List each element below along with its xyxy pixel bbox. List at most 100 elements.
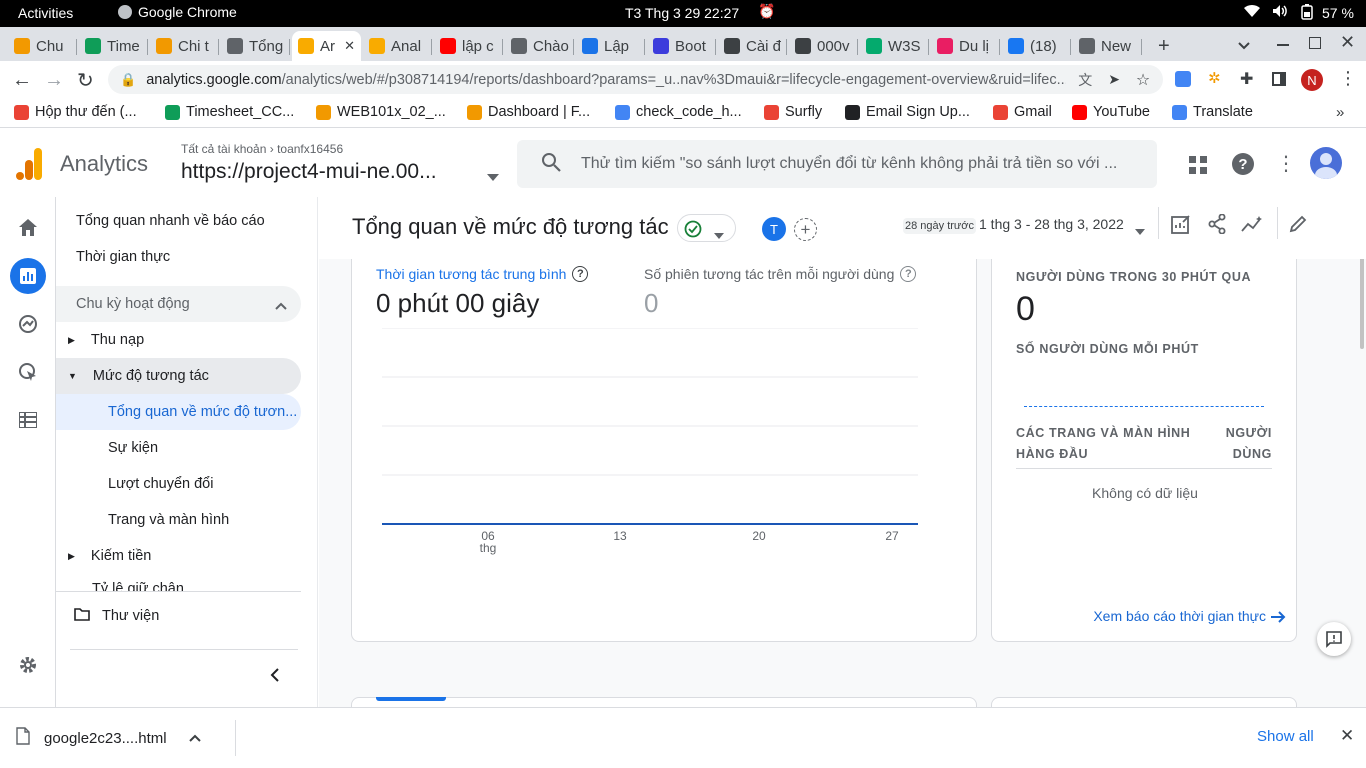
property-selector[interactable]: https://project4-mui-ne.00... [181,160,437,184]
tab-search-icon[interactable] [1238,37,1250,55]
bookmark-star-icon[interactable]: ☆ [1136,70,1150,90]
browser-tab[interactable]: Cài đ [718,31,787,61]
nav-library[interactable]: Thư viện [74,598,159,634]
report-status-chip[interactable] [677,214,736,242]
app-menu[interactable]: Google Chrome [118,4,237,20]
maximize-button[interactable] [1309,37,1321,49]
browser-tab[interactable]: Ar ✕ [292,31,361,61]
reports-icon[interactable] [10,258,46,294]
help-icon[interactable]: ? [1232,153,1254,175]
browser-tab[interactable]: (18) [1002,31,1071,61]
nav-conversions[interactable]: Lượt chuyển đổi [108,466,213,502]
date-dropdown-icon[interactable] [1135,222,1145,240]
collapse-nav-icon[interactable] [270,668,279,687]
nav-monetization[interactable]: ▶ Kiếm tiền [68,538,151,574]
show-all-button[interactable]: Show all [1257,728,1314,745]
browser-tab[interactable]: Chi t [150,31,219,61]
bookmarks-overflow-icon[interactable]: » [1336,104,1344,121]
nav-acquisition[interactable]: ▶ Thu nạp [68,322,144,358]
extension-translate-icon[interactable] [1175,71,1191,87]
browser-tab[interactable]: Tổng [221,31,290,61]
nav-quick-overview[interactable]: Tổng quan nhanh về báo cáo [76,203,265,239]
close-window-button[interactable]: ✕ [1340,32,1355,53]
browser-tab[interactable]: Boot [647,31,716,61]
back-button[interactable]: ← [12,69,32,92]
lock-icon[interactable]: 🔒 [120,72,136,88]
browser-tab[interactable]: Anal [363,31,432,61]
bookmark-item[interactable]: Email Sign Up... [845,104,970,120]
wifi-icon[interactable] [1244,4,1260,21]
nav-lifecycle-section[interactable]: Chu kỳ hoạt động [56,286,301,322]
download-item[interactable]: google2c23....html [16,708,201,768]
help-icon[interactable]: ? [572,266,589,282]
edit-pencil-icon[interactable] [1289,215,1307,238]
property-dropdown-icon[interactable] [487,168,499,186]
nav-engagement[interactable]: ▼ Mức độ tương tác [56,358,301,394]
browser-tab[interactable]: Chào [505,31,574,61]
metric-tab-sessions-per-user[interactable]: Số phiên tương tác trên mỗi người dùng ? [644,266,917,282]
arrow-right-icon[interactable] [1270,610,1286,629]
share-page-icon[interactable]: ➤ [1108,71,1120,88]
more-options-icon[interactable]: ⋮ [1276,151,1296,176]
translate-page-icon[interactable]: 文 [1078,70,1092,90]
home-icon[interactable] [10,209,46,245]
explore-icon[interactable] [10,306,46,342]
breadcrumb[interactable]: Tất cả tài khoản › toanfx16456 [181,142,343,156]
new-tab-button[interactable]: + [1158,35,1170,58]
insights-icon[interactable] [1241,215,1265,238]
help-icon[interactable]: ? [900,266,917,282]
metric-tab-avg-engagement[interactable]: Thời gian tương tác trung bình ? [376,266,589,282]
chevron-up-icon[interactable] [188,729,201,747]
reload-button[interactable]: ↻ [77,68,94,93]
share-icon[interactable] [1208,213,1226,239]
close-tab-icon[interactable]: ✕ [344,38,355,54]
add-comparison-button[interactable]: + [794,218,817,241]
clock[interactable]: T3 Thg 3 29 22:27 [625,5,739,21]
minimize-button[interactable] [1277,44,1289,46]
browser-tab[interactable]: lập c [434,31,503,61]
bookmark-item[interactable]: Dashboard | F... [467,104,590,120]
search-box[interactable]: Thử tìm kiếm "so sánh lượt chuyển đổi từ… [517,140,1157,188]
bookmark-item[interactable]: WEB101x_02_... [316,104,446,120]
bookmark-item[interactable]: Gmail [993,104,1052,120]
nav-realtime[interactable]: Thời gian thực [76,239,170,275]
bookmark-item[interactable]: Translate [1172,104,1253,120]
account-avatar[interactable] [1310,147,1342,179]
volume-icon[interactable] [1272,4,1288,21]
date-range-picker[interactable]: 1 thg 3 - 28 thg 3, 2022 [979,216,1124,232]
nav-retention[interactable]: Tỷ lệ giữ chân [92,581,184,591]
browser-tab[interactable]: W3S [860,31,929,61]
view-realtime-link[interactable]: Xem báo cáo thời gian thực [1093,608,1266,624]
browser-tab[interactable]: Du lị [931,31,1000,61]
browser-tab[interactable]: Lập [576,31,645,61]
bookmark-item[interactable]: check_code_h... [615,104,742,120]
browser-tab[interactable]: Time [79,31,148,61]
bookmark-item[interactable]: Timesheet_CC... [165,104,294,120]
side-panel-icon[interactable] [1272,72,1286,86]
browser-tab[interactable]: Chu [8,31,77,61]
advertising-icon[interactable] [10,354,46,390]
comparison-avatar[interactable]: T [762,217,786,241]
browser-tab[interactable]: 000v [789,31,858,61]
address-bar[interactable]: 🔒 analytics.google.com/analytics/web/#/p… [108,65,1163,94]
admin-gear-icon[interactable] [10,647,46,683]
nav-pages-screens[interactable]: Trang và màn hình [108,502,229,538]
browser-tab[interactable]: New [1073,31,1142,61]
bookmark-item[interactable]: Hộp thư đến (... [14,104,137,120]
forward-button[interactable]: → [44,69,64,92]
bookmark-item[interactable]: Surfly [764,104,822,120]
configure-icon[interactable] [10,402,46,438]
customize-report-icon[interactable] [1171,214,1191,239]
apps-grid-icon[interactable] [1189,156,1207,179]
nav-engagement-overview[interactable]: Tổng quan về mức độ tươn... [56,394,301,430]
activities-button[interactable]: Activities [18,5,73,21]
feedback-icon[interactable] [1317,622,1351,656]
nav-events[interactable]: Sự kiện [108,430,158,466]
close-download-bar-button[interactable]: ✕ [1340,726,1354,746]
extensions-puzzle-icon[interactable]: ✚ [1240,69,1253,89]
chrome-menu-icon[interactable]: ⋮ [1339,68,1357,89]
bookmark-item[interactable]: YouTube [1072,104,1150,120]
extension-figure-icon[interactable]: ✲ [1208,69,1221,87]
profile-avatar[interactable]: N [1301,69,1323,91]
battery-icon[interactable] [1301,4,1313,23]
